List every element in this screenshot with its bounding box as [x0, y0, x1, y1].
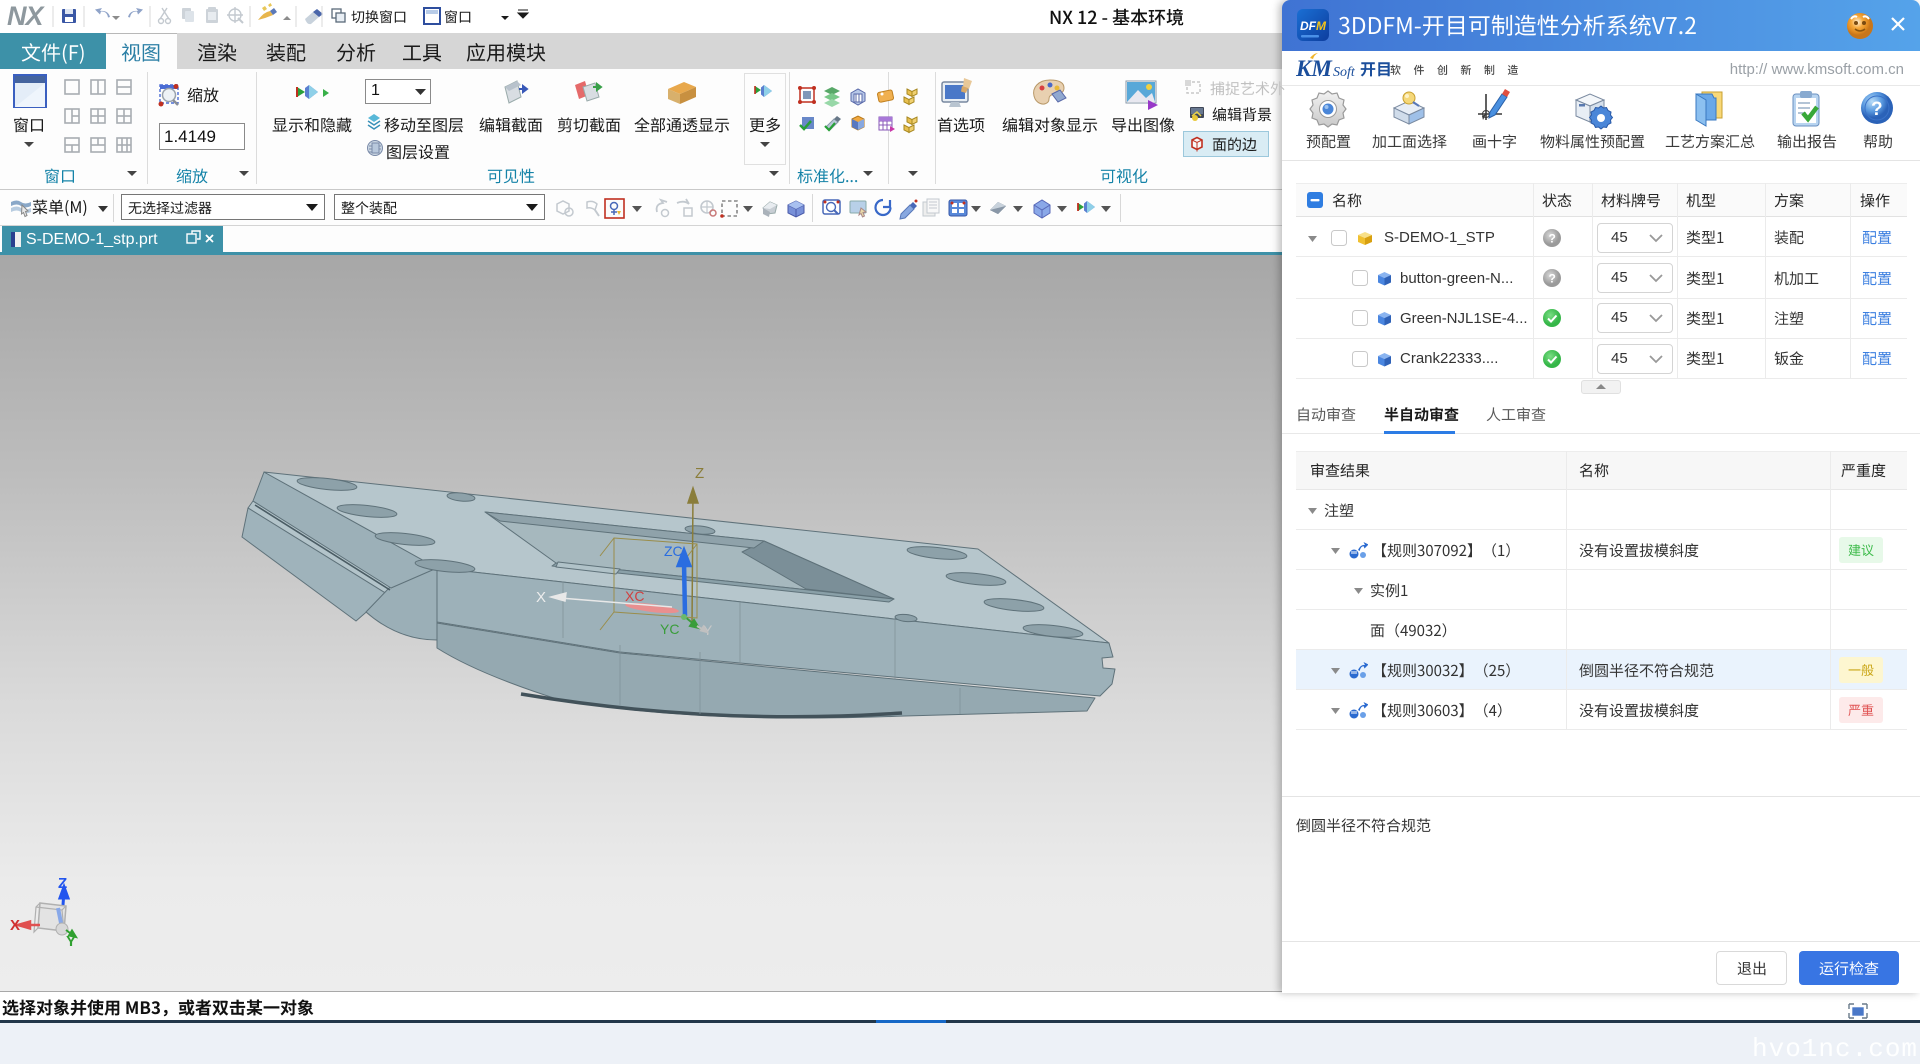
- svg-text:M: M: [1316, 19, 1327, 33]
- svg-text:Y: Y: [66, 933, 76, 950]
- svg-text:?: ?: [1871, 99, 1883, 120]
- svg-text:DF: DF: [1300, 19, 1317, 33]
- svg-text:Soft: Soft: [1333, 65, 1356, 80]
- svg-text:KM: KM: [1296, 56, 1333, 81]
- svg-text:Z: Z: [58, 875, 67, 892]
- svg-text:?: ?: [1549, 272, 1556, 286]
- svg-text:X: X: [536, 589, 546, 606]
- svg-text:?: ?: [1549, 231, 1556, 245]
- svg-text:Z: Z: [695, 465, 704, 482]
- svg-text:X: X: [10, 917, 20, 934]
- svg-text:YC: YC: [660, 621, 679, 637]
- svg-text:XC: XC: [625, 588, 644, 604]
